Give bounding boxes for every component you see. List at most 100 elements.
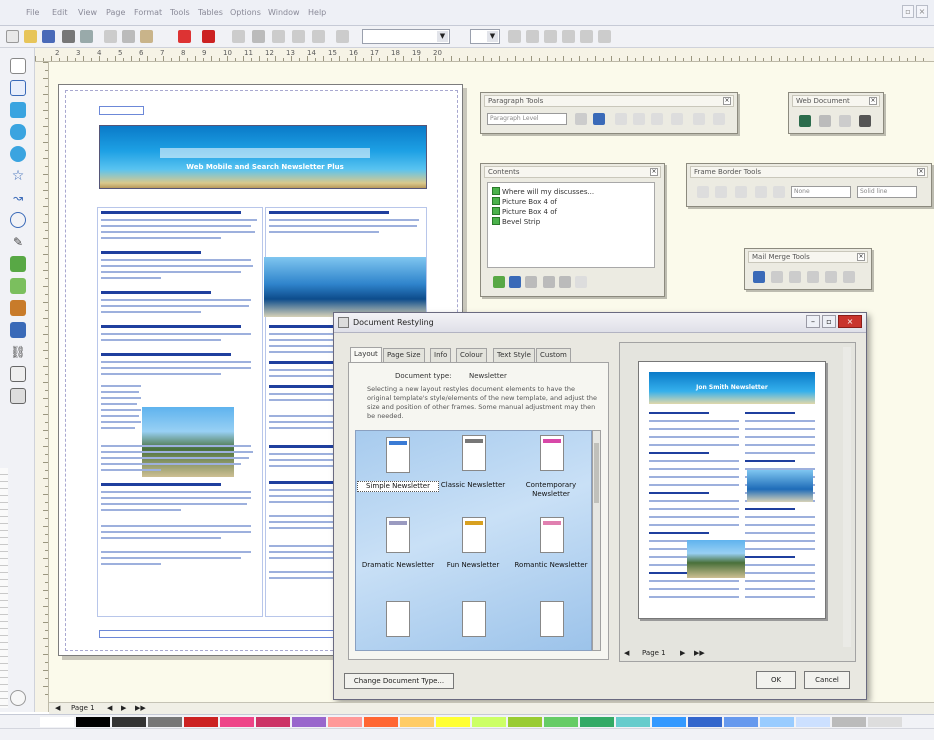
justify-icon[interactable] [671, 113, 683, 125]
shape-tool-icon[interactable] [10, 212, 26, 228]
contents-list[interactable]: Where will my discusses... Picture Box 4… [487, 182, 655, 268]
banner-title-frame[interactable] [160, 148, 370, 158]
align-right-icon[interactable] [651, 113, 663, 125]
next-page-icon[interactable]: ▶ [121, 704, 126, 712]
color-swatch[interactable] [184, 717, 218, 727]
menu-tools[interactable]: Tools [170, 8, 190, 17]
list-item[interactable]: Bevel Strip [492, 217, 540, 226]
border-line-dropdown[interactable]: Solid line [857, 186, 917, 198]
tab-text-style[interactable]: Text Style [493, 348, 535, 362]
close-icon[interactable]: × [869, 97, 877, 105]
menu-edit[interactable]: Edit [52, 8, 68, 17]
layout-label-contemporary[interactable]: Contemporary Newsletter [510, 481, 591, 499]
align-left-icon[interactable] [615, 113, 627, 125]
checkbox-icon[interactable] [492, 217, 500, 225]
panel-title[interactable]: Frame Border Tools [690, 166, 928, 178]
color-swatch[interactable] [328, 717, 362, 727]
menu-page[interactable]: Page [106, 8, 125, 17]
format-icon[interactable] [252, 30, 265, 43]
star-tool-icon[interactable]: ☆ [10, 168, 26, 184]
object-tool-icon[interactable] [10, 388, 26, 404]
italic-icon[interactable] [526, 30, 539, 43]
dialog-title-bar[interactable]: Document Restyling – ▫ × [334, 313, 866, 333]
close-icon[interactable]: × [723, 97, 731, 105]
first-page-icon[interactable]: ◀ [55, 704, 60, 712]
align-center-icon[interactable] [633, 113, 645, 125]
maximize-icon[interactable]: ▫ [822, 315, 836, 328]
prev-page-icon[interactable]: ◀ [107, 704, 112, 712]
next-page-icon[interactable]: ▶ [680, 649, 685, 657]
layout-label-classic[interactable]: Classic Newsletter [432, 481, 514, 490]
color-swatch[interactable] [364, 717, 398, 727]
color-swatch[interactable] [796, 717, 830, 727]
chart-tool-icon[interactable] [10, 300, 26, 316]
tab-info[interactable]: Info [430, 348, 452, 362]
menu-format[interactable]: Format [134, 8, 162, 17]
menu-tables[interactable]: Tables [198, 8, 223, 17]
edit-item-icon[interactable] [509, 276, 521, 288]
color-swatch[interactable] [760, 717, 794, 727]
layout-thumbnail[interactable] [540, 517, 564, 553]
hyperlink-icon[interactable] [819, 115, 831, 127]
border-all-icon[interactable] [773, 186, 785, 198]
color-swatch[interactable] [220, 717, 254, 727]
tools-icon[interactable] [693, 113, 705, 125]
properties-icon[interactable] [575, 276, 587, 288]
preview-icon[interactable] [80, 30, 93, 43]
tab-page-size[interactable]: Page Size [383, 348, 425, 362]
close-icon[interactable]: × [650, 168, 658, 176]
sea-photo[interactable] [264, 257, 426, 317]
checkbox-icon[interactable] [492, 197, 500, 205]
link-tool-icon[interactable]: ⛓ [10, 344, 26, 360]
color-swatch[interactable] [40, 717, 74, 727]
border-bottom-icon[interactable] [755, 186, 767, 198]
pen-tool-icon[interactable]: ✎ [10, 234, 26, 250]
table-tool-icon[interactable] [10, 278, 26, 294]
first-page-icon[interactable]: ◀ [624, 649, 629, 657]
redo-icon[interactable] [202, 30, 215, 43]
menu-options[interactable]: Options [230, 8, 261, 17]
bullet-icon[interactable] [580, 30, 593, 43]
tab-custom[interactable]: Custom [536, 348, 571, 362]
list-item[interactable]: Picture Box 4 of [492, 197, 557, 206]
color-swatch[interactable] [652, 717, 686, 727]
gallery-scrollbar[interactable] [592, 430, 601, 651]
color-swatch[interactable] [832, 717, 866, 727]
color-swatch[interactable] [472, 717, 506, 727]
cut-icon[interactable] [104, 30, 117, 43]
layout-label-romantic[interactable]: Romantic Newsletter [510, 561, 591, 570]
layout-label-fun[interactable]: Fun Newsletter [432, 561, 514, 570]
insert-icon[interactable] [232, 30, 245, 43]
color-swatch[interactable] [292, 717, 326, 727]
color-swatch[interactable] [76, 717, 110, 727]
ok-button[interactable]: OK [756, 671, 796, 689]
delete-item-icon[interactable] [525, 276, 537, 288]
panel-title[interactable]: Web Document [792, 95, 880, 107]
move-down-icon[interactable] [559, 276, 571, 288]
insert-field-icon[interactable] [771, 271, 783, 283]
align-icon[interactable] [272, 30, 285, 43]
last-page-icon[interactable]: ▶▶ [694, 649, 705, 657]
color-swatch[interactable] [400, 717, 434, 727]
panel-title[interactable]: Contents [484, 166, 661, 178]
menu-file[interactable]: File [26, 8, 39, 17]
beach-photo[interactable] [142, 407, 234, 477]
panel-title[interactable]: Paragraph Tools [484, 95, 734, 107]
font-size-dropdown[interactable]: ▼ [362, 29, 450, 44]
layout-thumbnail[interactable] [462, 601, 486, 637]
text-frame-tool-icon[interactable] [10, 80, 26, 96]
list-item[interactable]: Picture Box 4 of [492, 207, 557, 216]
restore-icon[interactable]: ▫ [902, 5, 914, 18]
scrollbar-thumb[interactable] [594, 443, 599, 503]
help-icon[interactable] [336, 30, 349, 43]
color-swatch[interactable] [112, 717, 146, 727]
bold-icon[interactable] [508, 30, 521, 43]
layout-thumbnail[interactable] [540, 435, 564, 471]
zoom-tool-icon[interactable] [10, 690, 26, 706]
layout-thumbnail[interactable] [386, 437, 410, 473]
panel-title[interactable]: Mail Merge Tools [748, 251, 868, 263]
menu-help[interactable]: Help [308, 8, 326, 17]
border-style-dropdown[interactable]: None [791, 186, 851, 198]
indent-icon[interactable] [598, 30, 611, 43]
format-painter-icon[interactable] [575, 113, 587, 125]
